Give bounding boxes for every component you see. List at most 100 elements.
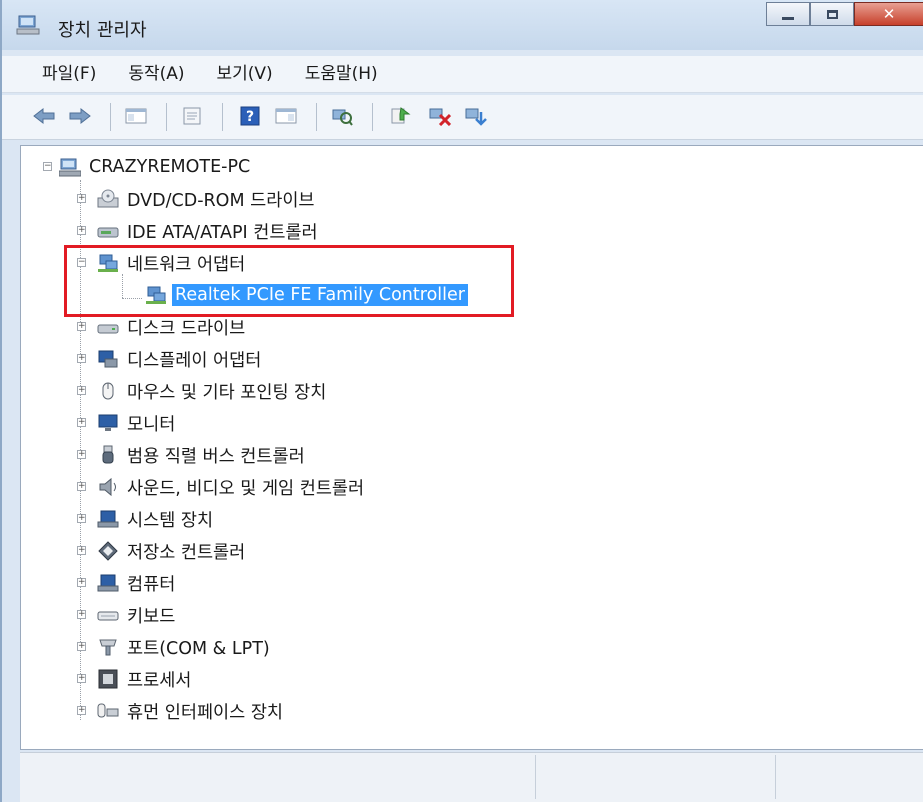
expand-icon[interactable]: + (77, 578, 86, 587)
root-label: CRAZYREMOTE-PC (89, 157, 251, 177)
properties-icon[interactable] (180, 105, 204, 127)
keyboard-icon (97, 605, 119, 625)
maximize-icon (826, 9, 838, 19)
window-title: 장치 관리자 (58, 20, 147, 41)
disable-device-icon[interactable] (428, 105, 452, 127)
minimize-icon (782, 16, 794, 20)
svg-text:?: ? (246, 109, 254, 125)
tree-category[interactable]: + 사운드, 비디오 및 게임 컨트롤러 (77, 472, 364, 502)
storage-controller-icon (97, 541, 119, 561)
minimize-button[interactable] (766, 2, 810, 26)
status-pane (20, 755, 536, 799)
window-controls: ✕ (766, 2, 923, 28)
category-label: 프로세서 (127, 670, 192, 691)
tree-category[interactable]: + 프로세서 (77, 664, 191, 694)
toolbar: ? (2, 95, 923, 140)
category-label: 컴퓨터 (127, 574, 176, 595)
close-icon: ✕ (882, 4, 896, 23)
category-label: 휴먼 인터페이스 장치 (127, 702, 284, 723)
usb-icon (97, 445, 119, 465)
category-label: 디스플레이 어댑터 (127, 350, 262, 371)
status-bar (20, 752, 923, 802)
expand-icon[interactable]: + (77, 482, 86, 491)
category-label: 시스템 장치 (127, 510, 214, 531)
tree-category[interactable]: + IDE ATA/ATAPI 컨트롤러 (77, 216, 318, 246)
tree-category[interactable]: + 휴먼 인터페이스 장치 (77, 696, 283, 726)
expand-icon[interactable]: + (77, 450, 86, 459)
category-label: 포트(COM & LPT) (127, 638, 270, 659)
update-driver-icon[interactable] (388, 105, 412, 127)
expand-icon[interactable]: + (77, 706, 86, 715)
maximize-button[interactable] (810, 2, 854, 26)
device-tree[interactable]: − CRAZYREMOTE-PC + DVD/CD-ROM 드라이브 + IDE… (20, 145, 923, 750)
expand-icon[interactable]: + (77, 386, 86, 395)
toolbar-separator (222, 103, 223, 131)
category-label: 디스크 드라이브 (127, 318, 246, 339)
mouse-icon (97, 381, 119, 401)
expand-icon[interactable]: + (77, 610, 86, 619)
monitor-icon (97, 413, 119, 433)
category-label: 사운드, 비디오 및 게임 컨트롤러 (127, 478, 365, 499)
console-tree-icon[interactable] (124, 105, 148, 127)
help-icon[interactable]: ? (238, 105, 262, 127)
display-adapter-icon (97, 349, 119, 369)
menu-bar: 파일(F) 동작(A) 보기(V) 도움말(H) (2, 56, 923, 93)
ide-controller-icon (97, 221, 119, 241)
action-pane-icon[interactable] (274, 105, 298, 127)
tree-category[interactable]: + 범용 직렬 버스 컨트롤러 (77, 440, 305, 470)
tree-category[interactable]: + 시스템 장치 (77, 504, 213, 534)
uninstall-device-icon[interactable] (464, 105, 488, 127)
status-pane (535, 755, 776, 799)
processor-icon (97, 669, 119, 689)
expand-icon[interactable]: + (77, 322, 86, 331)
menu-file[interactable]: 파일(F) (2, 56, 112, 92)
tree-category[interactable]: + 포트(COM & LPT) (77, 632, 270, 662)
menu-action[interactable]: 동작(A) (112, 56, 200, 92)
tree-category[interactable]: + 컴퓨터 (77, 568, 175, 598)
category-label: IDE ATA/ATAPI 컨트롤러 (127, 222, 318, 243)
category-label: 키보드 (127, 606, 176, 627)
device-manager-window: 장치 관리자 ✕ 파일(F) 동작(A) 보기(V) 도움말(H) ? − CR… (0, 0, 923, 802)
category-label: DVD/CD-ROM 드라이브 (127, 190, 315, 211)
title-bar[interactable]: 장치 관리자 ✕ (2, 0, 923, 50)
expand-icon[interactable]: + (77, 194, 86, 203)
computer-icon (58, 157, 82, 177)
toolbar-separator (110, 103, 111, 131)
collapse-icon[interactable]: − (43, 162, 52, 171)
menu-view[interactable]: 보기(V) (201, 56, 289, 92)
toolbar-separator (316, 103, 317, 131)
scan-hardware-icon[interactable] (330, 105, 354, 127)
forward-arrow-icon[interactable] (68, 105, 92, 127)
speaker-icon (97, 477, 119, 497)
port-icon (97, 637, 119, 657)
category-label: 저장소 컨트롤러 (127, 542, 246, 563)
device-manager-icon (16, 14, 40, 36)
tree-category[interactable]: + 저장소 컨트롤러 (77, 536, 245, 566)
toolbar-separator (372, 103, 373, 131)
expand-icon[interactable]: + (77, 642, 86, 651)
tree-category[interactable]: + 키보드 (77, 600, 175, 630)
disk-drive-icon (97, 317, 119, 337)
tree-category[interactable]: + 디스플레이 어댑터 (77, 344, 261, 374)
dvd-drive-icon (97, 189, 119, 209)
category-label: 범용 직렬 버스 컨트롤러 (127, 446, 305, 467)
highlight-annotation-box (64, 245, 514, 317)
expand-icon[interactable]: + (77, 226, 86, 235)
tree-root[interactable]: − CRAZYREMOTE-PC (43, 152, 250, 182)
expand-icon[interactable]: + (77, 546, 86, 555)
close-button[interactable]: ✕ (854, 2, 923, 26)
tree-category[interactable]: + 마우스 및 기타 포인팅 장치 (77, 376, 326, 406)
expand-icon[interactable]: + (77, 514, 86, 523)
tree-category[interactable]: + 모니터 (77, 408, 175, 438)
category-label: 모니터 (127, 414, 176, 435)
toolbar-separator (166, 103, 167, 131)
hid-icon (97, 701, 119, 721)
expand-icon[interactable]: + (77, 354, 86, 363)
expand-icon[interactable]: + (77, 418, 86, 427)
tree-category[interactable]: + DVD/CD-ROM 드라이브 (77, 184, 315, 214)
expand-icon[interactable]: + (77, 674, 86, 683)
category-label: 마우스 및 기타 포인팅 장치 (127, 382, 327, 403)
back-arrow-icon[interactable] (32, 105, 56, 127)
menu-help[interactable]: 도움말(H) (289, 56, 394, 92)
computer-category-icon (97, 573, 119, 593)
